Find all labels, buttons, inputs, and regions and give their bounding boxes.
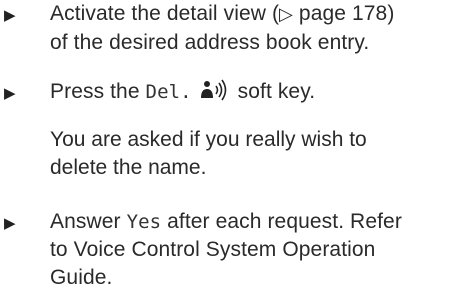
result-line: You are asked if you really wish to	[50, 128, 367, 151]
page-reference-text: page 178)	[293, 2, 395, 25]
softkey-label: Del.	[145, 81, 192, 103]
voice-speaker-icon	[200, 79, 227, 101]
bullet-arrow-icon: ▶	[4, 215, 16, 232]
manual-page: ▶ Activate the detail view (▷ page 178) …	[0, 0, 454, 293]
instruction-text: Answer Yes after each request. Refer to …	[50, 208, 450, 292]
instruction-line: of the desired address book entry.	[50, 31, 370, 54]
instruction-line: Answer Yes after each request. Refer	[50, 208, 450, 236]
instruction-text-part: Press the	[50, 80, 146, 103]
instruction-text: Press the Del. soft key.	[50, 78, 450, 106]
instruction-line: Guide.	[50, 266, 113, 289]
instruction-text-part: after each request. Refer	[161, 210, 402, 233]
instruction-text-part: Activate the detail view (	[50, 2, 280, 25]
result-description: You are asked if you really wish to dele…	[50, 126, 450, 182]
instruction-text-part: soft key.	[231, 80, 316, 103]
answer-keyword: Yes	[126, 211, 162, 233]
instruction-line: to Voice Control System Operation	[50, 238, 376, 261]
bullet-arrow-icon: ▶	[4, 7, 16, 24]
result-line: delete the name.	[50, 156, 207, 179]
page-reference-icon: ▷	[279, 4, 293, 25]
instruction-line: Activate the detail view (▷ page 178)	[50, 0, 450, 29]
instruction-text: Activate the detail view (▷ page 178) of…	[50, 0, 450, 57]
instruction-text-part: Answer	[50, 210, 127, 233]
bullet-arrow-icon: ▶	[4, 85, 16, 102]
